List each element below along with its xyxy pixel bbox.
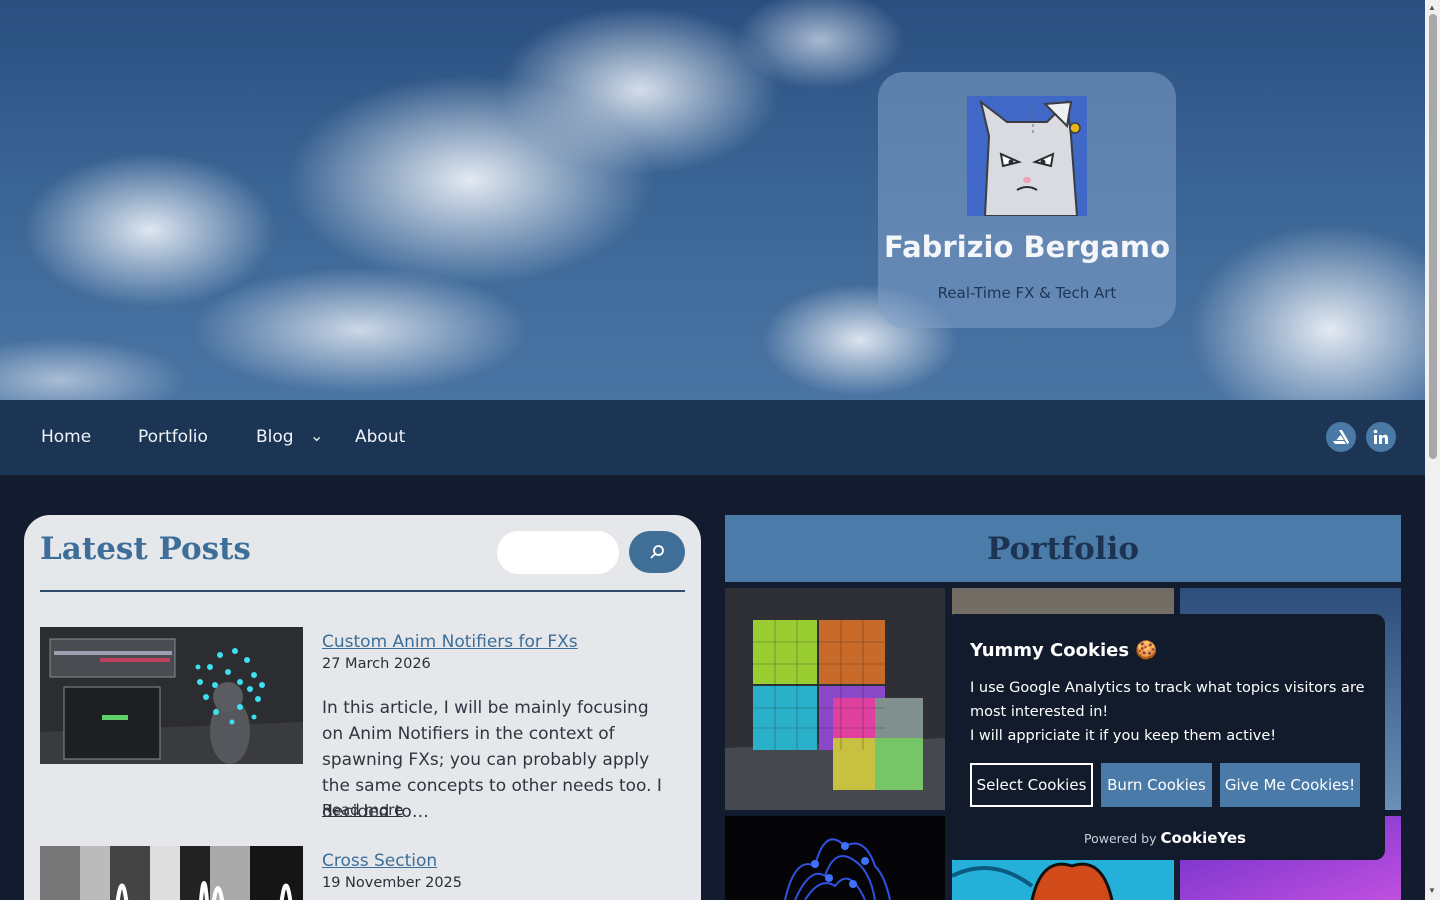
- search-input[interactable]: [497, 531, 619, 574]
- search-button[interactable]: [629, 531, 685, 573]
- cookie-text-line: I will appriciate it if you keep them ac…: [970, 728, 1277, 744]
- post-date: 27 March 2026: [322, 656, 431, 672]
- avatar: [967, 96, 1087, 216]
- scroll-thumb[interactable]: [1429, 14, 1437, 459]
- post-date: 19 November 2025: [322, 875, 463, 891]
- portfolio-header: Portfolio: [725, 515, 1401, 582]
- nav-blog[interactable]: Blog: [256, 427, 294, 447]
- burn-cookies-button[interactable]: Burn Cookies: [1101, 763, 1212, 807]
- powered-by-label: Powered by: [1084, 831, 1157, 846]
- profile-card: Fabrizio Bergamo Real-Time FX & Tech Art: [878, 72, 1176, 328]
- chevron-down-icon[interactable]: ⌄: [310, 426, 323, 445]
- hero-banner: Fabrizio Bergamo Real-Time FX & Tech Art: [0, 0, 1425, 400]
- post-thumbnail[interactable]: [40, 627, 303, 764]
- nav-home[interactable]: Home: [41, 427, 91, 447]
- select-cookies-button[interactable]: Select Cookies: [970, 763, 1093, 807]
- powered-by: Powered by CookieYes: [945, 829, 1385, 847]
- cookie-banner: Yummy Cookies 🍪 I use Google Analytics t…: [945, 614, 1385, 860]
- portfolio-title: Portfolio: [986, 530, 1140, 567]
- accept-cookies-button[interactable]: Give Me Cookies!: [1220, 763, 1360, 807]
- post-title[interactable]: Cross Section: [322, 851, 437, 871]
- nav-about[interactable]: About: [355, 427, 405, 447]
- main-nav: Home Portfolio Blog ⌄ About: [0, 400, 1425, 475]
- post-title[interactable]: Custom Anim Notifiers for FXs: [322, 632, 578, 652]
- divider: [40, 590, 685, 592]
- cookieyes-logo[interactable]: CookieYes: [1160, 829, 1246, 847]
- latest-posts-title: Latest Posts: [40, 531, 251, 567]
- portfolio-tile[interactable]: [725, 588, 945, 810]
- scroll-down-icon[interactable]: ▼: [1428, 886, 1436, 895]
- post-thumbnail[interactable]: [40, 846, 303, 900]
- scrollbar[interactable]: ▲ ▼: [1425, 0, 1440, 900]
- search-icon: [650, 545, 664, 559]
- linkedin-icon[interactable]: [1366, 422, 1396, 452]
- read-more-link[interactable]: Read more: [322, 801, 403, 819]
- cookie-title: Yummy Cookies 🍪: [970, 640, 1158, 661]
- cookie-text: I use Google Analytics to track what top…: [970, 676, 1365, 748]
- site-tagline: Real-Time FX & Tech Art: [937, 284, 1117, 302]
- artstation-icon[interactable]: [1326, 422, 1356, 452]
- portfolio-tile[interactable]: [725, 816, 945, 900]
- scroll-up-icon[interactable]: ▲: [1428, 3, 1436, 12]
- site-name[interactable]: Fabrizio Bergamo: [878, 230, 1176, 264]
- nav-portfolio[interactable]: Portfolio: [138, 427, 208, 447]
- latest-posts-panel: Latest Posts Custom Anim Notifiers for F…: [24, 515, 701, 900]
- cookie-text-line: I use Google Analytics to track what top…: [970, 680, 1365, 720]
